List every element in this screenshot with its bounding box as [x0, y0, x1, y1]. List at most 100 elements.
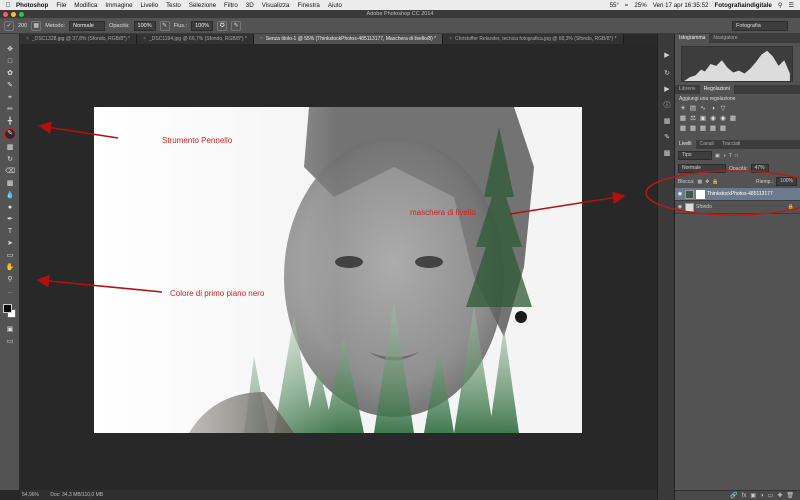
layer-opacity-field[interactable]: 47%	[750, 164, 769, 173]
spotlight-icon[interactable]: ⚲	[778, 2, 783, 9]
temperature-readout[interactable]: 55°	[610, 2, 619, 9]
screen-mode-icon[interactable]: ▭	[5, 338, 15, 346]
new-layer-icon[interactable]: ✚	[777, 492, 782, 499]
exposure-icon[interactable]: ◑	[709, 105, 717, 113]
canvas-area[interactable]	[20, 44, 657, 490]
document-canvas[interactable]	[94, 107, 582, 433]
minimize-window-button[interactable]	[11, 11, 16, 17]
move-tool-icon[interactable]: ✥	[5, 46, 15, 54]
crop-tool-icon[interactable]: ⌖	[5, 94, 15, 102]
close-tab-icon[interactable]: ×	[260, 36, 263, 42]
dodge-tool-icon[interactable]: ●	[5, 204, 15, 212]
link-layers-icon[interactable]: 🔗	[730, 492, 737, 499]
history-brush-tool-icon[interactable]: ↻	[5, 156, 15, 164]
brush-preset-icon[interactable]: ✓	[4, 20, 14, 31]
levels-icon[interactable]: ▤	[689, 105, 697, 113]
menu-filter[interactable]: Filtro	[224, 2, 238, 9]
layer-kind-filter[interactable]: Tipo	[678, 151, 712, 160]
apple-icon[interactable]: 	[0, 2, 16, 9]
filter-pixel-icon[interactable]: ▣	[715, 153, 720, 159]
posterize-icon[interactable]: ▦	[689, 125, 697, 133]
eyedropper-tool-icon[interactable]: ✏	[5, 106, 15, 114]
eraser-tool-icon[interactable]: ⌫	[5, 168, 15, 176]
menu-layer[interactable]: Livello	[141, 2, 159, 9]
vibrance-icon[interactable]: ▽	[719, 105, 727, 113]
layer-style-icon[interactable]: fx	[742, 493, 747, 499]
user-name[interactable]: Fotografiaindigitale	[714, 2, 771, 9]
properties-panel-icon[interactable]: ▦	[663, 118, 671, 126]
wifi-icon[interactable]: ≈	[625, 2, 628, 9]
add-mask-icon[interactable]: ▣	[750, 492, 756, 499]
menu-window[interactable]: Finestra	[297, 2, 319, 9]
pressure-size-icon[interactable]: ✎	[231, 20, 242, 31]
close-tab-icon[interactable]: ×	[26, 36, 29, 42]
tab-channels[interactable]: Canali	[696, 140, 718, 149]
menu-view[interactable]: Visualizza	[262, 2, 290, 9]
brush-tool-icon[interactable]: ✎	[4, 128, 16, 140]
delete-layer-icon[interactable]: 🗑	[786, 492, 794, 499]
clone-source-icon[interactable]: ▩	[663, 150, 671, 158]
marquee-tool-icon[interactable]: □	[5, 58, 15, 66]
lock-all-icon[interactable]: 🔒	[712, 179, 718, 185]
close-tab-icon[interactable]: ×	[143, 36, 146, 42]
lock-position-icon[interactable]: ✥	[705, 179, 709, 185]
tab-paths[interactable]: Tracciati	[718, 140, 745, 149]
layer-row-thinkstock[interactable]: ◉ ThinkstockPhotos-485113177	[675, 188, 800, 201]
threshold-icon[interactable]: ▦	[699, 125, 707, 133]
layer-row-sfondo[interactable]: ◉ Sfondo 🔒	[675, 201, 800, 214]
tab-adjustments[interactable]: Regolazioni	[699, 85, 734, 94]
blend-mode-select[interactable]: Normale	[678, 164, 726, 173]
tab-dsc1194[interactable]: × _DSC1194.jpg @ 66,7% (Sfondo, RGB/8*) *	[137, 34, 254, 44]
close-window-button[interactable]	[3, 11, 8, 17]
invert-icon[interactable]: ▦	[679, 125, 687, 133]
color-lookup-icon[interactable]: ▦	[729, 115, 737, 123]
close-tab-icon[interactable]: ×	[449, 36, 452, 42]
zoom-window-button[interactable]	[19, 11, 24, 17]
zoom-level[interactable]: 54,96%	[22, 492, 39, 498]
visibility-eye-icon[interactable]: ◉	[675, 191, 685, 197]
lock-pixels-icon[interactable]: ▩	[697, 179, 702, 185]
pen-tool-icon[interactable]: ✒	[5, 216, 15, 224]
zoom-tool-icon[interactable]: ⚲	[5, 276, 15, 284]
gradient-map-icon[interactable]: ▦	[709, 125, 717, 133]
more-tools-icon[interactable]: ···	[5, 289, 15, 297]
menu-app-name[interactable]: Photoshop	[16, 2, 48, 9]
channel-mixer-icon[interactable]: ◉	[719, 115, 727, 123]
tab-senza-titolo[interactable]: × Senza titolo-1 @ 55% (ThinkstockPhotos-…	[253, 34, 444, 44]
new-adjustment-icon[interactable]: ◑	[760, 493, 764, 499]
hand-tool-icon[interactable]: ✋	[5, 264, 15, 272]
flow-field[interactable]: 100%	[191, 20, 214, 31]
black-white-icon[interactable]: ▣	[699, 115, 707, 123]
tab-histogram[interactable]: Istogramma	[675, 34, 710, 43]
menu-image[interactable]: Immagine	[105, 2, 132, 9]
workspace-select[interactable]: Fotografia	[732, 21, 788, 31]
gradient-tool-icon[interactable]: ▩	[5, 180, 15, 188]
menu-help[interactable]: Aiuto	[328, 2, 342, 9]
doc-size[interactable]: Doc: 34,3 MB/110,0 MB	[50, 492, 103, 498]
new-group-icon[interactable]: ▭	[768, 492, 774, 499]
curves-icon[interactable]: ∿	[699, 105, 707, 113]
quick-mask-icon[interactable]: ▣	[5, 326, 15, 334]
actions-panel-icon[interactable]: ▶	[663, 86, 671, 94]
menu-select[interactable]: Selezione	[189, 2, 216, 9]
healing-tool-icon[interactable]: ╋	[5, 118, 15, 126]
filter-type-icon[interactable]: T	[729, 153, 732, 159]
tab-libraries[interactable]: Librerie	[675, 85, 700, 94]
opacity-field[interactable]: 100%	[133, 20, 156, 31]
filter-shape-icon[interactable]: □	[735, 153, 738, 159]
clone-stamp-tool-icon[interactable]: ▩	[5, 144, 15, 152]
blur-tool-icon[interactable]: 💧	[5, 192, 15, 200]
color-balance-icon[interactable]: ⚖	[689, 115, 697, 123]
history-panel-icon[interactable]: ↻	[663, 70, 671, 78]
menu-type[interactable]: Testo	[166, 2, 181, 9]
fill-field[interactable]: 100%	[776, 177, 797, 186]
menu-3d[interactable]: 3D	[246, 2, 254, 9]
tab-navigator[interactable]: Navigatore	[709, 34, 741, 43]
layer-mask-thumbnail[interactable]	[696, 189, 705, 199]
brush-size-value[interactable]: 200	[18, 23, 27, 29]
collapse-panels-icon[interactable]: ▶	[663, 52, 671, 60]
brush-presets-icon[interactable]: ✎	[663, 134, 671, 142]
tab-layers[interactable]: Livelli	[675, 140, 696, 149]
shape-tool-icon[interactable]: ▭	[5, 252, 15, 260]
battery-readout[interactable]: 25%	[634, 2, 646, 9]
